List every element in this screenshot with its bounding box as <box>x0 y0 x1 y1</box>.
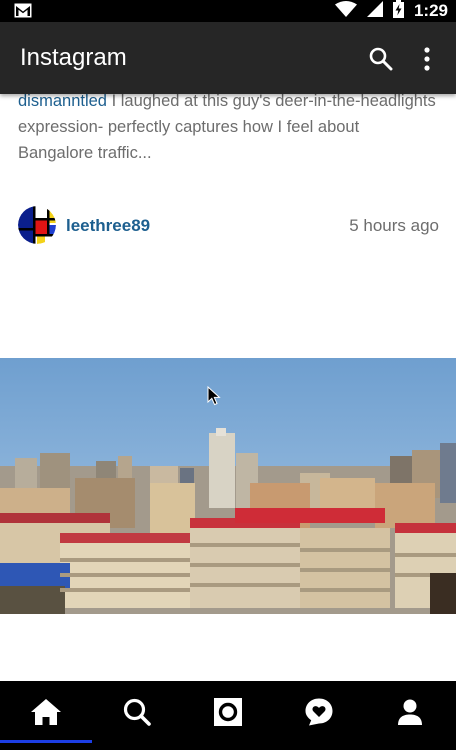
more-vert-icon <box>424 47 430 71</box>
profile-icon <box>397 699 422 725</box>
search-button[interactable] <box>368 46 394 72</box>
nav-activity[interactable] <box>273 681 364 743</box>
comment-text: dismanntled I laughed at this guy's deer… <box>18 94 438 166</box>
feed[interactable]: dismanntled I laughed at this guy's deer… <box>0 94 456 681</box>
more-options-button[interactable] <box>420 46 434 72</box>
wifi-icon <box>334 0 357 22</box>
mouse-cursor-icon <box>207 386 221 406</box>
comment-username[interactable]: dismanntled <box>18 94 107 110</box>
battery-charging-icon <box>392 0 404 23</box>
post-header: leethree89 5 hours ago <box>18 204 439 246</box>
post-photo[interactable] <box>0 358 456 616</box>
nav-camera[interactable] <box>182 681 273 743</box>
search-icon <box>123 698 151 726</box>
cellular-icon <box>366 0 383 22</box>
app-bar: Instagram <box>0 22 456 94</box>
nav-profile[interactable] <box>364 681 455 743</box>
status-bar: 1:29 <box>0 0 456 22</box>
app-title: Instagram <box>20 44 127 71</box>
nav-home[interactable] <box>0 681 91 743</box>
user-avatar[interactable] <box>18 206 56 244</box>
status-time: 1:29 <box>413 1 448 20</box>
search-icon <box>369 47 393 71</box>
post-username[interactable]: leethree89 <box>66 216 150 236</box>
home-icon <box>30 699 61 725</box>
bottom-navigation <box>0 681 456 750</box>
post-timestamp: 5 hours ago <box>349 216 439 235</box>
nav-search[interactable] <box>91 681 182 743</box>
active-tab-indicator <box>0 740 92 743</box>
activity-heart-icon <box>305 698 332 726</box>
gmail-icon <box>14 3 32 23</box>
camera-icon <box>213 698 242 726</box>
status-icons: 1:29 <box>334 0 448 23</box>
